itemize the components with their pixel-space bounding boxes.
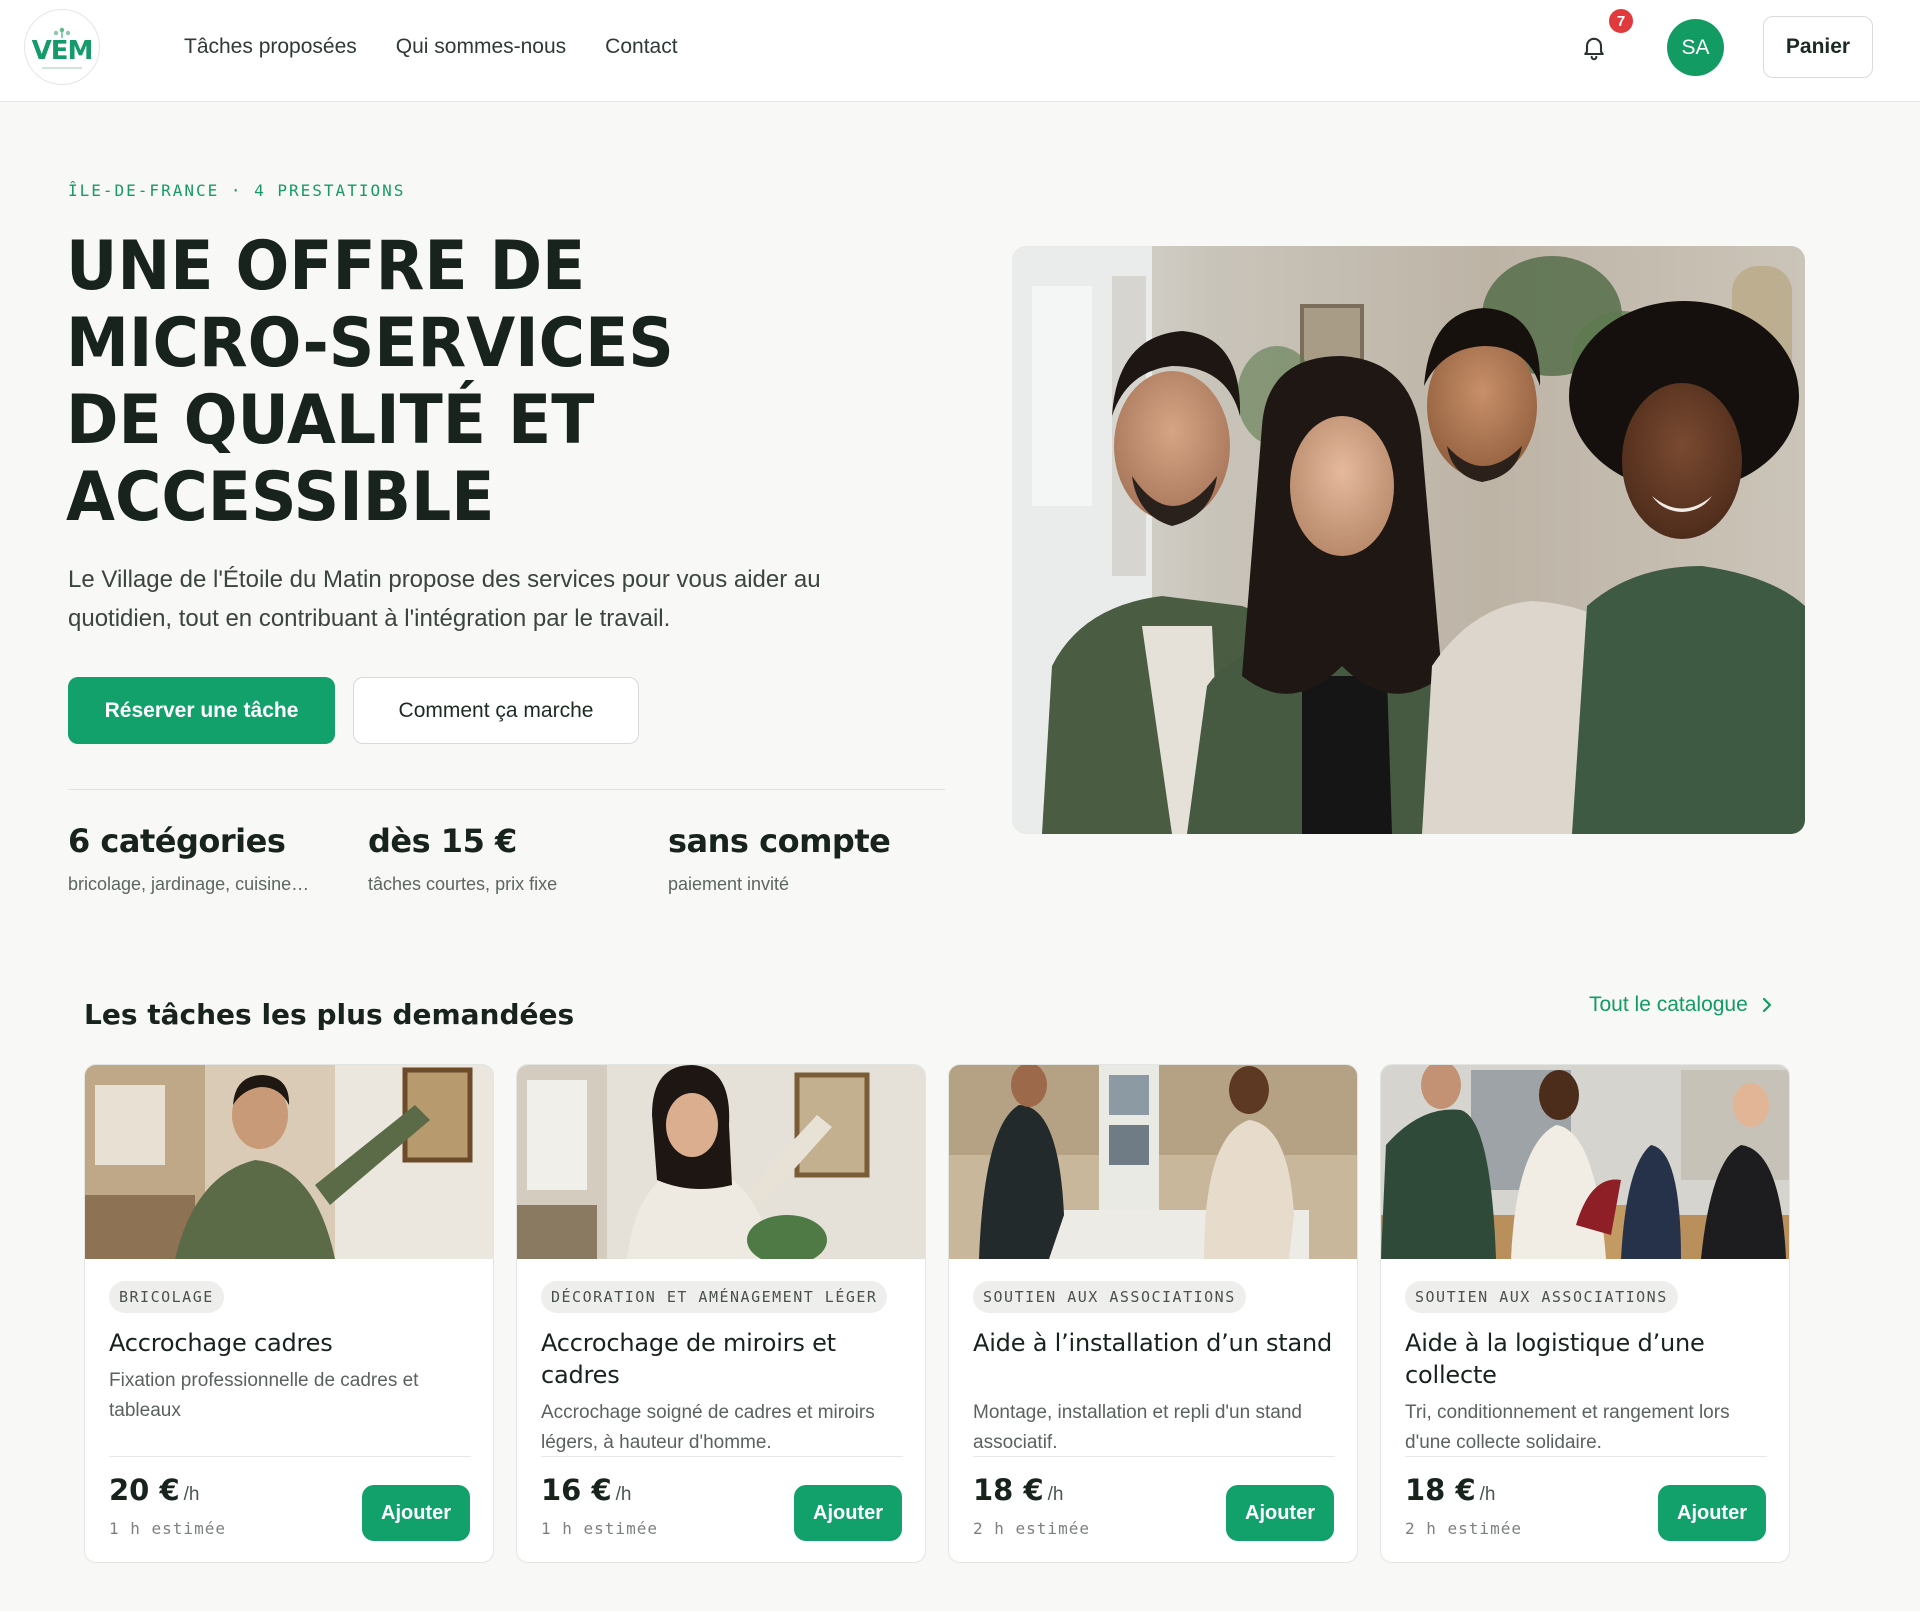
task-price: 18 €/h — [1405, 1473, 1496, 1507]
hero-team-photo — [1012, 246, 1805, 834]
card-divider — [1405, 1456, 1767, 1457]
stat-value: sans compte — [668, 822, 891, 860]
price-value: 18 € — [1405, 1473, 1476, 1507]
task-price: 18 €/h — [973, 1473, 1064, 1507]
top-navbar: VEM Tâches proposées Qui sommes-nous Con… — [0, 0, 1920, 102]
stat-value: 6 catégories — [68, 822, 286, 860]
cart-button[interactable]: Panier — [1763, 16, 1873, 78]
add-to-cart-button[interactable]: Ajouter — [794, 1485, 902, 1541]
catalog-link-label: Tout le catalogue — [1589, 993, 1748, 1016]
hero-eyebrow: ÎLE-DE-FRANCE · 4 PRESTATIONS — [68, 181, 406, 200]
stat-account: sans compte paiement invité — [668, 822, 891, 895]
task-price: 20 €/h — [109, 1473, 200, 1507]
price-unit: /h — [1047, 1484, 1064, 1505]
stat-label: tâches courtes, prix fixe — [368, 874, 558, 894]
book-task-button[interactable]: Réserver une tâche — [68, 677, 335, 744]
price-unit: /h — [1479, 1484, 1496, 1505]
section-title: Les tâches les plus demandées — [84, 998, 575, 1031]
price-unit: /h — [615, 1484, 632, 1505]
bell-icon[interactable] — [1580, 33, 1608, 61]
hero-description: Le Village de l'Étoile du Matin propose … — [68, 566, 821, 632]
main-nav: Tâches proposées Qui sommes-nous Contact — [184, 0, 678, 94]
task-card-image — [1381, 1065, 1789, 1259]
catalog-link[interactable]: Tout le catalogue — [1589, 993, 1772, 1017]
task-duration: 2 h estimée — [1405, 1519, 1522, 1538]
price-unit: /h — [183, 1484, 200, 1505]
stat-categories: 6 catégories bricolage, jardinage, cuisi… — [68, 822, 309, 895]
stat-value: dès 15 € — [368, 822, 517, 860]
task-card[interactable]: SOUTIEN AUX ASSOCIATIONS Aide à la logis… — [1380, 1064, 1790, 1563]
category-chip: DÉCORATION ET AMÉNAGEMENT LÉGER — [541, 1281, 888, 1313]
logo-text: VEM — [31, 35, 94, 66]
task-duration: 1 h estimée — [109, 1519, 226, 1538]
card-divider — [109, 1456, 471, 1457]
category-chip: BRICOLAGE — [109, 1281, 224, 1313]
add-to-cart-button[interactable]: Ajouter — [1226, 1485, 1334, 1541]
task-description: Accrochage soigné de cadres et miroirs l… — [541, 1402, 875, 1453]
price-value: 18 € — [973, 1473, 1044, 1507]
notification-badge: 7 — [1607, 7, 1635, 35]
task-price: 16 €/h — [541, 1473, 632, 1507]
how-it-works-button[interactable]: Comment ça marche — [353, 677, 639, 744]
task-title: Accrochage de miroirs et cadres — [541, 1329, 836, 1389]
nav-link-taches[interactable]: Tâches proposées — [184, 35, 357, 59]
task-title: Aide à la logistique d’une collecte — [1405, 1329, 1705, 1389]
stat-label: paiement invité — [668, 874, 790, 894]
task-card[interactable]: SOUTIEN AUX ASSOCIATIONS Aide à l’instal… — [948, 1064, 1358, 1563]
task-description: Montage, installation et repli d'un stan… — [973, 1402, 1302, 1453]
hero-divider — [68, 789, 945, 790]
task-title: Accrochage cadres — [109, 1329, 333, 1357]
task-card[interactable]: DÉCORATION ET AMÉNAGEMENT LÉGER Accrocha… — [516, 1064, 926, 1563]
stat-price: dès 15 € tâches courtes, prix fixe — [368, 822, 557, 895]
user-avatar[interactable]: SA — [1667, 19, 1724, 76]
hero-title: UNE OFFRE DE MICRO-SERVICES DE QUALITÉ E… — [66, 227, 674, 537]
task-duration: 1 h estimée — [541, 1519, 658, 1538]
task-description: Fixation professionnelle de cadres et ta… — [109, 1370, 419, 1421]
price-value: 16 € — [541, 1473, 612, 1507]
task-card-image — [517, 1065, 925, 1259]
category-chip: SOUTIEN AUX ASSOCIATIONS — [973, 1281, 1246, 1313]
task-card-image — [949, 1065, 1357, 1259]
task-card-image — [85, 1065, 493, 1259]
nav-link-contact[interactable]: Contact — [605, 35, 677, 59]
card-divider — [973, 1456, 1335, 1457]
card-divider — [541, 1456, 903, 1457]
vem-logo[interactable]: VEM — [24, 9, 100, 85]
nav-link-qui-sommes-nous[interactable]: Qui sommes-nous — [396, 35, 566, 59]
task-card[interactable]: BRICOLAGE Accrochage cadres Fixation pro… — [84, 1064, 494, 1563]
task-description: Tri, conditionnement et rangement lors d… — [1405, 1402, 1730, 1453]
add-to-cart-button[interactable]: Ajouter — [1658, 1485, 1766, 1541]
category-chip: SOUTIEN AUX ASSOCIATIONS — [1405, 1281, 1678, 1313]
price-value: 20 € — [109, 1473, 180, 1507]
task-duration: 2 h estimée — [973, 1519, 1090, 1538]
logo-underline — [42, 66, 82, 69]
add-to-cart-button[interactable]: Ajouter — [362, 1485, 470, 1541]
chevron-right-icon — [1762, 997, 1771, 1013]
task-title: Aide à l’installation d’un stand — [973, 1329, 1333, 1357]
stat-label: bricolage, jardinage, cuisine… — [68, 874, 310, 894]
